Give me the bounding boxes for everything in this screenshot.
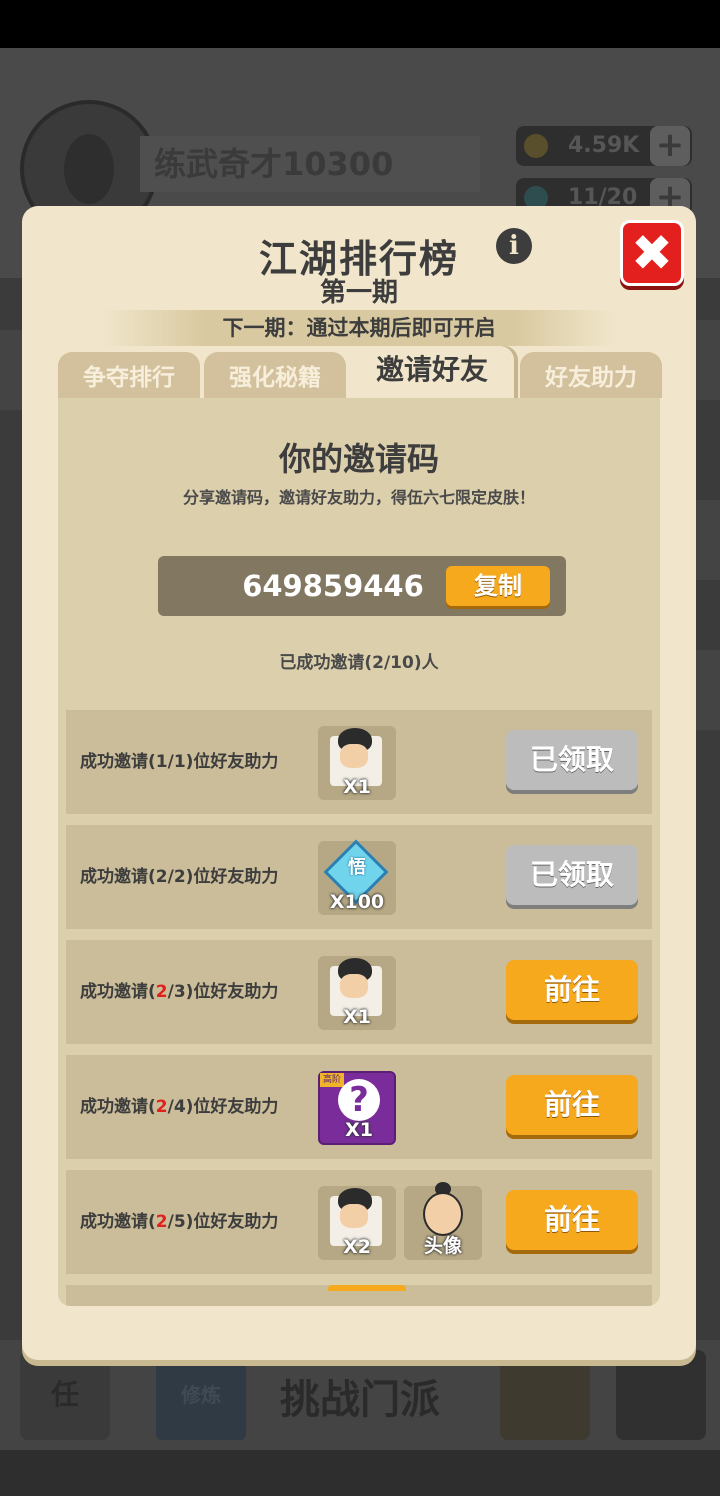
avatar-icon bbox=[423, 1192, 463, 1236]
period-label: 第一期 bbox=[319, 278, 398, 308]
next-period-banner: 下一期：通过本期后即可开启 bbox=[102, 310, 616, 346]
info-icon[interactable]: i bbox=[496, 228, 532, 264]
invite-code-box: 649859446 复制 bbox=[158, 556, 566, 616]
question-mark-icon: ? bbox=[338, 1079, 380, 1121]
nav-lock-icon bbox=[616, 1350, 706, 1440]
tab-enhance[interactable]: 强化秘籍 bbox=[204, 352, 346, 398]
go-button[interactable]: 前往 bbox=[506, 1190, 638, 1250]
player-name: 练武奇才10300 bbox=[140, 136, 480, 192]
reward-diamond: 悟 X100 bbox=[318, 839, 396, 915]
invite-code: 649859446 bbox=[242, 569, 424, 603]
reward-mystery-box: 高阶 ? X1 bbox=[318, 1071, 396, 1145]
task-label: 成功邀请(1/1)位好友助力 bbox=[80, 752, 279, 772]
reward-avatar: 头像 bbox=[404, 1182, 482, 1260]
advanced-tag: 高阶 bbox=[320, 1073, 344, 1087]
task-row-partial bbox=[66, 1285, 652, 1306]
tab-invite-friends[interactable]: 邀请好友 bbox=[350, 346, 514, 398]
task-row: 成功邀请(1/1)位好友助力 X1 已领取 bbox=[66, 710, 652, 814]
nav-shop-icon bbox=[500, 1350, 590, 1440]
nav-task-icon: 任 bbox=[20, 1350, 110, 1440]
task-row: 成功邀请(2/3)位好友助力 X1 前往 bbox=[66, 940, 652, 1044]
add-coins-button: + bbox=[650, 126, 690, 166]
nav-challenge-label: 挑战门派 bbox=[280, 1377, 440, 1423]
tab-ranking[interactable]: 争夺排行 bbox=[58, 352, 200, 398]
task-row: 成功邀请(2/2)位好友助力 悟 X100 已领取 bbox=[66, 825, 652, 929]
footer-bar bbox=[0, 1450, 720, 1496]
status-bar bbox=[0, 0, 720, 48]
reward-hero-fragment: X1 bbox=[318, 726, 396, 800]
leaderboard-modal: 江湖排行榜 i ✖ 第一期 下一期：通过本期后即可开启 争夺排行 强化秘籍 邀请… bbox=[22, 206, 696, 1360]
task-label: 成功邀请(2/3)位好友助力 bbox=[80, 982, 279, 1002]
claimed-button[interactable]: 已领取 bbox=[506, 730, 638, 790]
task-label: 成功邀请(2/5)位好友助力 bbox=[80, 1212, 279, 1232]
task-row: 成功邀请(2/4)位好友助力 高阶 ? X1 前往 bbox=[66, 1055, 652, 1159]
reward-partial bbox=[328, 1285, 406, 1291]
nav-training-icon: 修炼 bbox=[156, 1350, 246, 1440]
copy-button[interactable]: 复制 bbox=[446, 566, 550, 606]
invite-success-count: 已成功邀请(2/10)人 bbox=[279, 653, 439, 673]
task-label: 成功邀请(2/2)位好友助力 bbox=[80, 867, 279, 887]
tab-bar: 争夺排行 强化秘籍 邀请好友 好友助力 bbox=[58, 346, 662, 404]
task-label: 成功邀请(2/4)位好友助力 bbox=[80, 1097, 279, 1117]
invite-code-title: 你的邀请码 bbox=[278, 440, 439, 478]
claimed-button[interactable]: 已领取 bbox=[506, 845, 638, 905]
go-button[interactable]: 前往 bbox=[506, 1075, 638, 1135]
invite-panel: 你的邀请码 分享邀请码，邀请好友助力，得伍六七限定皮肤！ 649859446 复… bbox=[58, 398, 660, 1306]
task-row: 成功邀请(2/5)位好友助力 X2 头像 前往 bbox=[66, 1170, 652, 1274]
go-button[interactable]: 前往 bbox=[506, 960, 638, 1020]
tab-friend-help[interactable]: 好友助力 bbox=[520, 352, 662, 398]
coin-counter: 4.59K + bbox=[516, 126, 692, 166]
coin-icon bbox=[524, 134, 548, 158]
invite-description: 分享邀请码，邀请好友助力，得伍六七限定皮肤！ bbox=[182, 488, 535, 507]
reward-hero-fragment: X2 bbox=[318, 1186, 396, 1260]
reward-hero-fragment: X1 bbox=[318, 956, 396, 1030]
